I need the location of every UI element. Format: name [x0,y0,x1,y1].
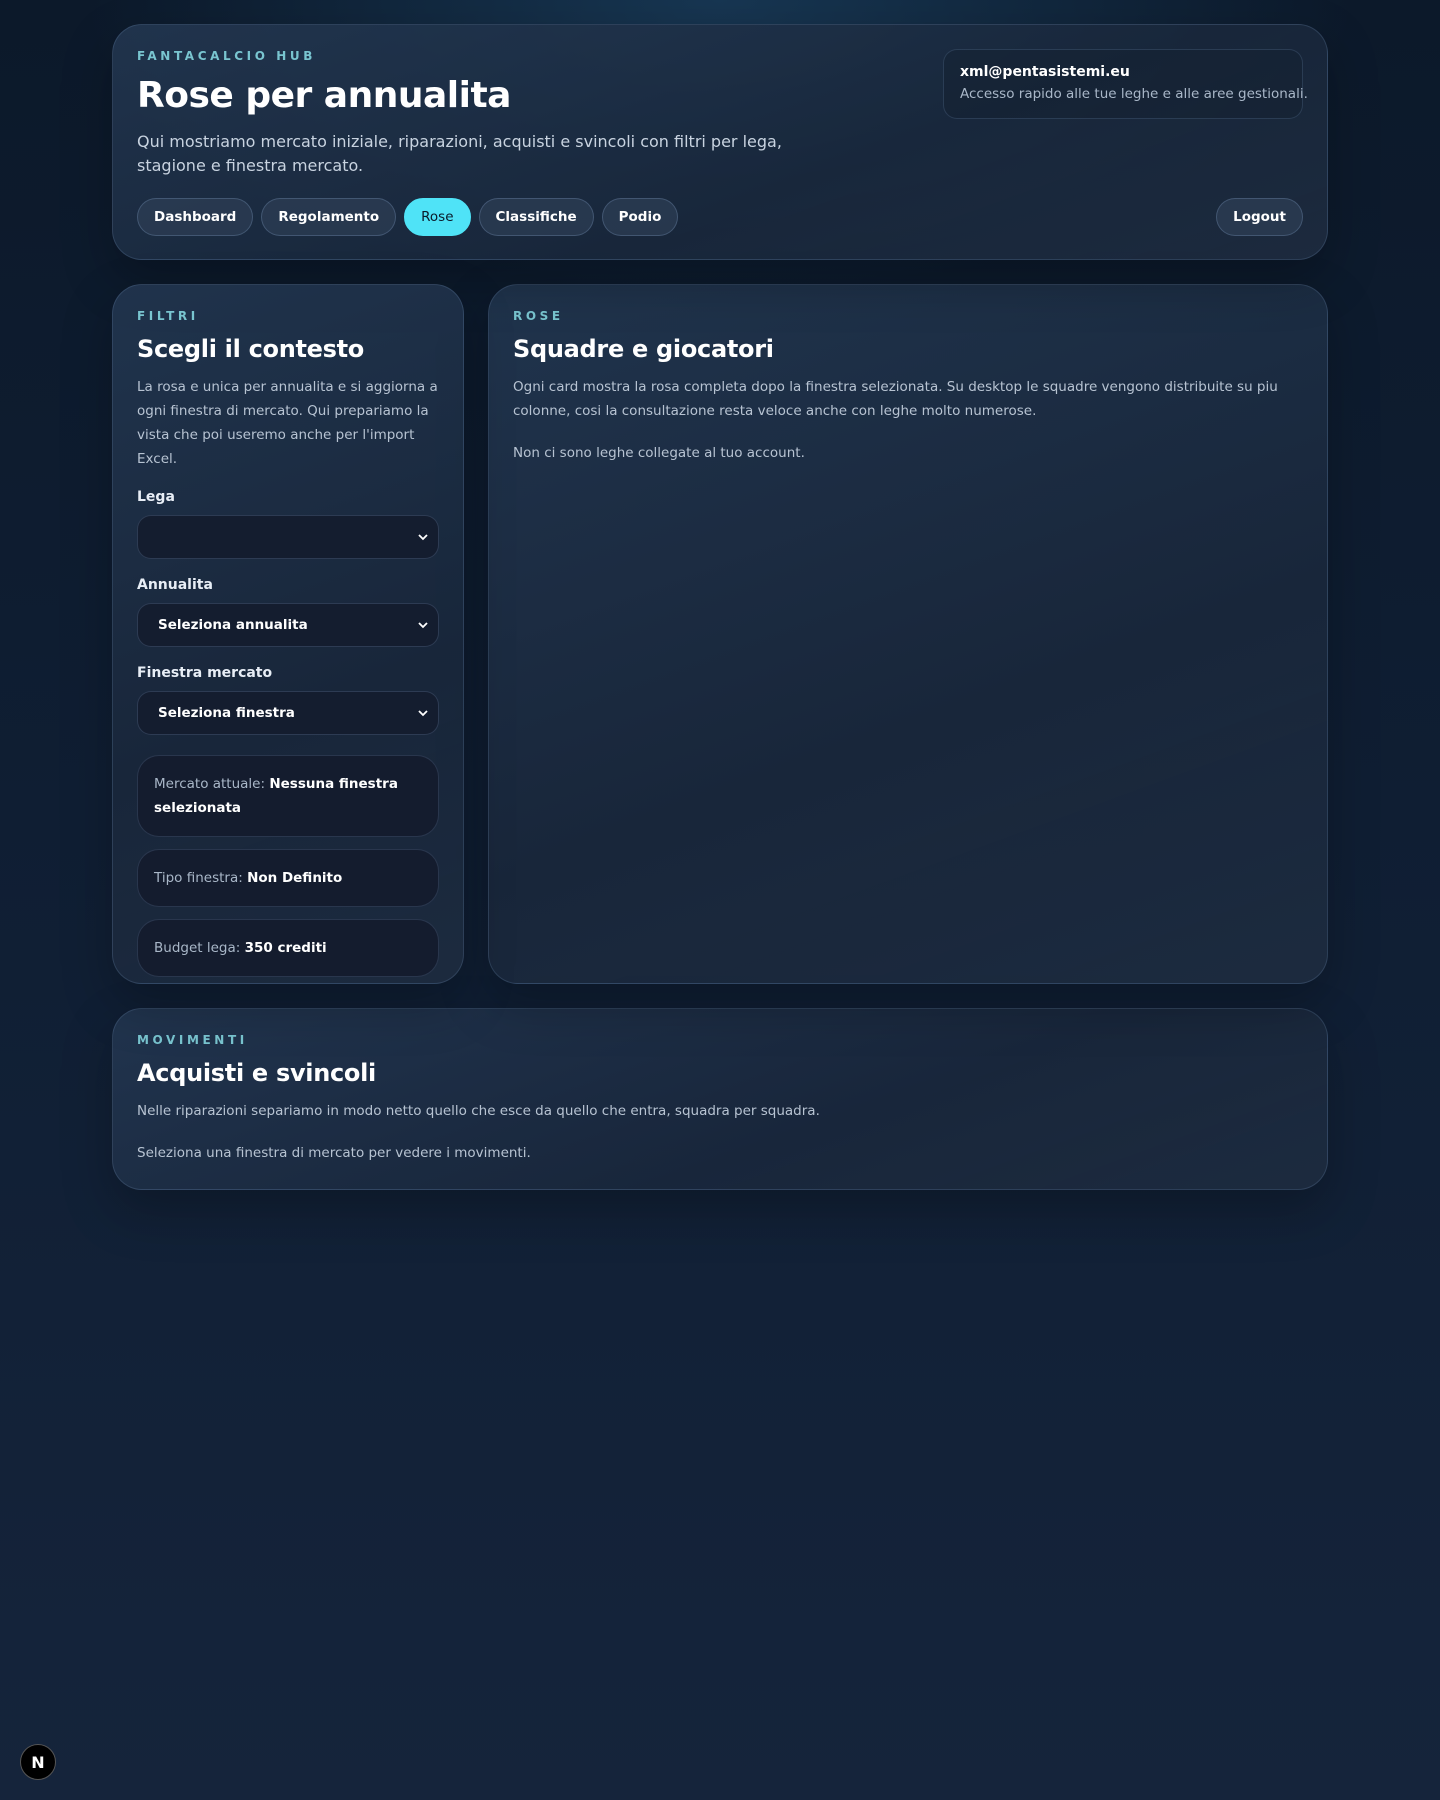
budget-key: Budget lega: [154,940,241,956]
logout-button[interactable]: Logout [1216,198,1303,236]
content-row: FILTRI Scegli il contesto La rosa e unic… [112,284,1328,984]
annualita-select-value: Seleziona annualita [158,617,308,633]
account-email: xml@pentasistemi.eu [960,64,1130,80]
annualita-label: Annualita [137,577,213,593]
chevron-down-icon [418,622,428,629]
filters-description: La rosa e unica per annualita e si aggio… [137,379,438,467]
movimenti-description: Nelle riparazioni separiamo in modo nett… [137,1103,820,1119]
rose-card: ROSE Squadre e giocatori Ogni card mostr… [488,284,1328,984]
tipo-finestra-key: Tipo finestra: [154,870,243,886]
nav-dashboard[interactable]: Dashboard [137,198,254,236]
mercato-attuale-key: Mercato attuale: [154,776,266,792]
mercato-attuale-box: Mercato attuale: Nessuna finestra selezi… [137,755,439,837]
nav-regolamento[interactable]: Regolamento [261,198,397,236]
movimenti-eyebrow: MOVIMENTI [137,1033,248,1047]
chevron-down-icon [418,534,428,541]
finestra-select-value: Seleziona finestra [158,705,295,721]
rose-title: Squadre e giocatori [513,335,774,363]
annualita-select[interactable]: Seleziona annualita [137,603,439,647]
nav-rose[interactable]: Rose [404,198,471,236]
budget-value: 350 crediti [244,940,327,956]
finestra-label: Finestra mercato [137,665,273,681]
page-subtitle: Qui mostriamo mercato iniziale, riparazi… [137,132,782,175]
tipo-finestra-box: Tipo finestra: Non Definito [137,849,439,907]
rose-description: Ogni card mostra la rosa completa dopo l… [513,379,1278,419]
lega-label: Lega [137,489,175,505]
movimenti-title: Acquisti e svincoli [137,1059,376,1087]
lega-select[interactable] [137,515,439,559]
movimenti-empty-message: Seleziona una finestra di mercato per ve… [137,1145,531,1161]
main-nav: Dashboard Regolamento Rose Classifiche P… [137,198,679,236]
dev-badge-letter: N [31,1752,45,1772]
account-box: xml@pentasistemi.eu Accesso rapido alle … [943,49,1308,119]
filters-eyebrow: FILTRI [137,309,199,323]
nav-classifiche[interactable]: Classifiche [478,198,594,236]
tipo-finestra-value: Non Definito [247,870,343,886]
filters-card: FILTRI Scegli il contesto La rosa e unic… [112,284,464,984]
finestra-select[interactable]: Seleziona finestra [137,691,439,735]
chevron-down-icon [418,710,428,717]
rose-empty-message: Non ci sono leghe collegate al tuo accou… [513,445,805,461]
filters-title: Scegli il contesto [137,335,364,363]
nav-podio[interactable]: Podio [601,198,679,236]
rose-eyebrow: ROSE [513,309,564,323]
movimenti-card: MOVIMENTI Acquisti e svincoli Nelle ripa… [112,1008,1328,1190]
header-card: FANTACALCIO HUB Rose per annualita Qui m… [112,24,1328,260]
page-container: FANTACALCIO HUB Rose per annualita Qui m… [112,24,1328,1190]
budget-box: Budget lega: 350 crediti [137,919,439,977]
dev-badge[interactable]: N [20,1744,56,1780]
account-description: Accesso rapido alle tue leghe e alle are… [960,86,1308,102]
